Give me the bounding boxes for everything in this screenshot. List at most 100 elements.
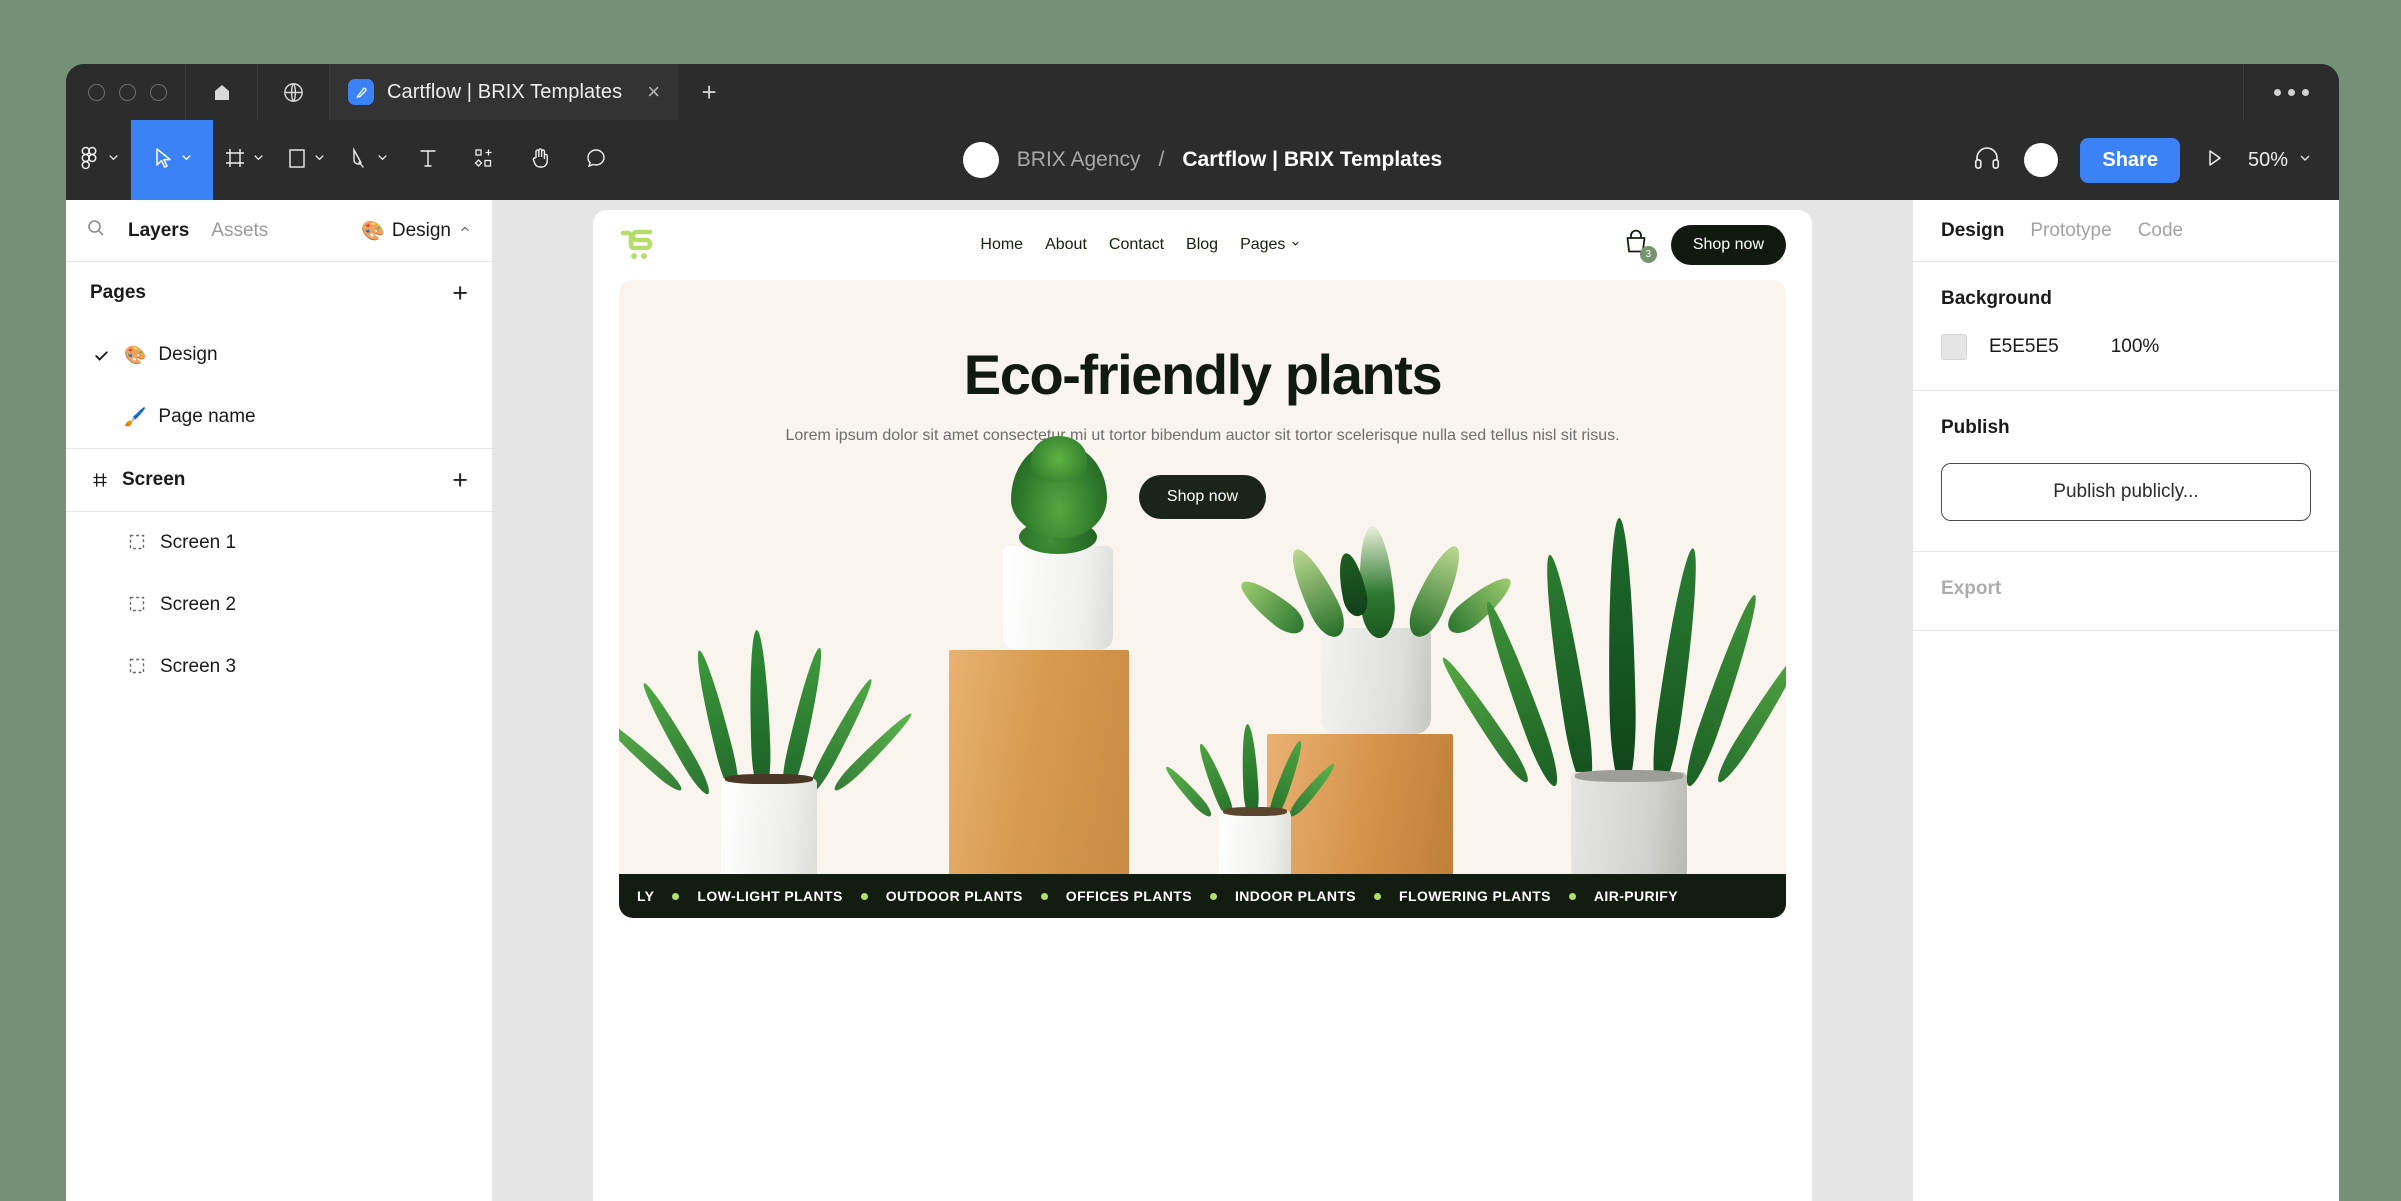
window-close-dot[interactable] [88, 83, 105, 101]
rectangle-icon [286, 146, 308, 175]
publish-publicly-button[interactable]: Publish publicly... [1941, 463, 2311, 521]
window-more-menu[interactable] [2243, 64, 2339, 120]
close-icon[interactable]: × [647, 81, 660, 103]
tab-layers[interactable]: Layers [128, 220, 189, 242]
background-title: Background [1941, 288, 2052, 309]
nav-link-contact[interactable]: Contact [1109, 236, 1164, 254]
frame-tool-button[interactable] [213, 120, 276, 200]
tab-prototype[interactable]: Prototype [2030, 220, 2111, 242]
current-page-label: Design [391, 219, 451, 241]
share-button[interactable]: Share [2080, 137, 2180, 183]
dot-icon [2302, 88, 2309, 96]
page-item-design[interactable]: 🎨 Design [66, 324, 492, 386]
marquee-item: OFFICES PLANTS [1065, 888, 1192, 904]
hero-paragraph: Lorem ipsum dolor sit amet consectetur m… [785, 427, 1620, 444]
publish-section: Publish Publish publicly... [1913, 391, 2339, 552]
figma-file-icon [348, 79, 374, 105]
page-item-page-name[interactable]: 🖌️ Page name [66, 386, 492, 448]
background-hex-value[interactable]: E5E5E5 [1989, 336, 2059, 358]
background-opacity-value[interactable]: 100% [2111, 336, 2160, 358]
nav-link-blog[interactable]: Blog [1186, 236, 1218, 254]
tab-design[interactable]: Design [1941, 220, 2004, 242]
tab-code[interactable]: Code [2138, 220, 2183, 242]
color-swatch[interactable] [1941, 334, 1967, 360]
bullet-icon [1374, 892, 1382, 900]
pen-tool-button[interactable] [337, 120, 400, 200]
text-tool-button[interactable] [400, 120, 456, 200]
properties-panel: Design Prototype Code Background E5E5E5 … [1913, 200, 2339, 1201]
shape-tool-button[interactable] [276, 120, 337, 200]
chevron-down-icon [179, 150, 194, 170]
layer-item-screen-1[interactable]: Screen 1 [66, 512, 492, 574]
editor-body: Layers Assets 🎨 Design Pages + 🎨 Design … [66, 200, 2339, 1201]
globe-icon [282, 81, 305, 104]
window-traffic-lights[interactable] [66, 64, 186, 120]
explore-button[interactable] [258, 64, 330, 120]
marquee-item: LOW-LIGHT PLANTS [697, 888, 843, 904]
frame-small-icon [128, 533, 148, 553]
text-t-icon [416, 146, 440, 175]
breadcrumb-team[interactable]: BRIX Agency [1017, 148, 1141, 172]
nav-dropdown-label: Pages [1240, 236, 1286, 253]
nav-shop-now-button[interactable]: Shop now [1670, 225, 1786, 265]
layers-panel: Layers Assets 🎨 Design Pages + 🎨 Design … [66, 200, 492, 1201]
breadcrumb-separator: / [1158, 148, 1165, 171]
hand-icon [528, 146, 552, 175]
dot-icon [2288, 88, 2295, 96]
marquee-item: OUTDOOR PLANTS [885, 888, 1023, 904]
layers-panel-tabs: Layers Assets 🎨 Design [66, 200, 492, 262]
team-avatar[interactable] [962, 142, 999, 178]
layer-item-screen-2[interactable]: Screen 2 [66, 574, 492, 636]
bullet-icon [1209, 892, 1217, 900]
tab-assets[interactable]: Assets [211, 220, 268, 242]
play-present-icon[interactable] [2202, 146, 2226, 175]
hero-heading: Eco-friendly plants [963, 343, 1443, 406]
file-tab[interactable]: Cartflow | BRIX Templates × [330, 64, 679, 120]
hero-plants-image [619, 436, 1786, 882]
comment-bubble-icon [584, 146, 608, 175]
figma-app-window: Cartflow | BRIX Templates × + BRIX Agenc… [66, 64, 2339, 1201]
comment-tool-button[interactable] [568, 120, 624, 200]
add-screen-button[interactable]: + [452, 466, 468, 494]
screens-title: Screen [122, 469, 186, 490]
marquee-track: LY LOW-LIGHT PLANTS OUTDOOR PLANTS OFFIC… [619, 888, 1696, 904]
frame-icon [223, 146, 247, 175]
nav-link-home[interactable]: Home [980, 236, 1023, 254]
nav-link-about[interactable]: About [1045, 236, 1087, 254]
hand-tool-button[interactable] [512, 120, 568, 200]
editor-toolbar: BRIX Agency / Cartflow | BRIX Templates … [66, 120, 2339, 200]
breadcrumb-file[interactable]: Cartflow | BRIX Templates [1182, 148, 1442, 172]
actions-tool-button[interactable] [456, 120, 512, 200]
background-color-row: E5E5E5 100% [1941, 334, 2311, 360]
layer-item-screen-3[interactable]: Screen 3 [66, 636, 492, 698]
frame-small-icon [128, 657, 148, 677]
components-icon [472, 146, 496, 175]
window-minimize-dot[interactable] [119, 83, 136, 101]
headphones-icon[interactable] [1972, 143, 2002, 178]
home-button[interactable] [186, 64, 258, 120]
export-section[interactable]: Export [1913, 552, 2339, 631]
cart-s-logo-icon[interactable] [619, 227, 659, 263]
figma-menu-button[interactable] [66, 120, 131, 200]
add-page-button[interactable]: + [452, 279, 468, 307]
mockup-nav-links: Home About Contact Blog Pages [980, 236, 1301, 254]
website-mockup-frame[interactable]: Home About Contact Blog Pages 3 Shop now… [593, 210, 1812, 1201]
window-maximize-dot[interactable] [150, 83, 167, 101]
zoom-control[interactable]: 50% [2248, 149, 2313, 172]
pen-icon [347, 146, 371, 175]
design-canvas[interactable]: Home About Contact Blog Pages 3 Shop now… [492, 200, 1913, 1201]
white-pot [721, 778, 817, 882]
bullet-icon [672, 892, 680, 900]
page-item-label: Design [158, 344, 218, 365]
nav-dropdown-pages[interactable]: Pages [1240, 236, 1301, 254]
chevron-down-icon [375, 150, 390, 170]
hero-marquee-strip: LY LOW-LIGHT PLANTS OUTDOOR PLANTS OFFIC… [619, 874, 1786, 918]
move-tool-button[interactable] [131, 120, 213, 200]
chevron-down-icon [312, 150, 327, 170]
current-page-chip[interactable]: 🎨 Design [361, 219, 472, 243]
search-icon[interactable] [86, 218, 106, 243]
user-avatar[interactable] [2024, 143, 2059, 177]
new-tab-button[interactable]: + [678, 64, 740, 120]
figma-logo-icon [76, 145, 102, 176]
cart-button[interactable]: 3 [1623, 229, 1657, 263]
